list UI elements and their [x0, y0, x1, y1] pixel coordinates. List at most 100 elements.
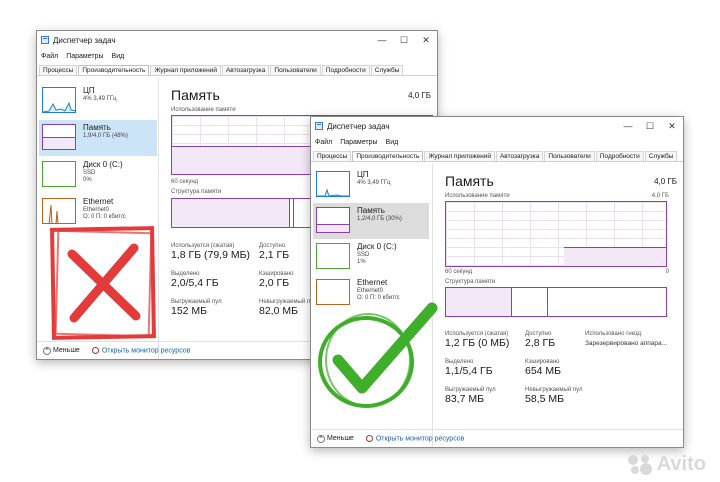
- open-resource-monitor-link[interactable]: Открыть монитор ресурсов: [365, 434, 465, 443]
- stat-paged-pool: Выгружаемый пул 152 МБ: [171, 299, 222, 317]
- fewer-details-button[interactable]: ^ Меньше: [317, 434, 354, 443]
- memory-composition-bar: [445, 287, 667, 317]
- tab-performance[interactable]: Производительность: [352, 151, 424, 161]
- tab-services[interactable]: Службы: [370, 65, 404, 75]
- stat-in-use: Используется (сжатая) 1,2 ГБ (0 МБ): [445, 331, 509, 349]
- sidebar-item-disk[interactable]: Диск 0 (C:) SSD 0%: [39, 157, 157, 193]
- tab-processes[interactable]: Процессы: [39, 65, 78, 75]
- task-manager-app-icon: [41, 36, 49, 44]
- open-resource-monitor-link[interactable]: Открыть монитор ресурсов: [91, 346, 191, 355]
- fewer-details-label: Меньше: [53, 346, 80, 354]
- composition-in-use: [172, 199, 290, 227]
- stat-value: 152 МБ: [171, 305, 208, 317]
- menu-bar: Файл Параметры Вид: [311, 135, 683, 149]
- menu-bar: Файл Параметры Вид: [37, 49, 437, 63]
- window-title: Диспетчер задач: [53, 35, 116, 45]
- stat-value: 1,1/5,4 ГБ: [445, 365, 493, 377]
- sidebar-item-throughput: О: 0 П: 0 кбит/с: [83, 213, 126, 220]
- composition-in-use: [446, 288, 512, 316]
- stat-nonpaged-pool: Невыгружаемый пул 82,0 МБ: [259, 299, 316, 317]
- close-icon[interactable]: ✕: [661, 121, 683, 132]
- resource-monitor-label: Открыть монитор ресурсов: [375, 435, 465, 443]
- stat-value: 58,5 МБ: [525, 393, 564, 405]
- stat-value: 1,2 ГБ (0 МБ): [445, 337, 510, 349]
- tab-app-history[interactable]: Журнал приложений: [150, 65, 221, 75]
- stat-paged-pool: Выгружаемый пул 83,7 МБ: [445, 387, 496, 405]
- cpu-thumbnail-graph: [42, 87, 76, 113]
- chevron-up-icon: ^: [317, 434, 325, 443]
- stat-reserved: Зарезервировано аппара...: [585, 340, 668, 347]
- fewer-details-button[interactable]: ^ Меньше: [43, 346, 80, 355]
- maximize-icon[interactable]: ☐: [639, 121, 661, 132]
- sidebar-item-detail: 1,9/4,0 ГБ (48%): [83, 132, 128, 139]
- stat-value: 654 МБ: [525, 365, 562, 377]
- tab-startup[interactable]: Автозагрузка: [495, 151, 544, 161]
- time-axis-end: 0: [665, 269, 669, 275]
- window-footer: ^ Меньше Открыть монитор ресурсов: [311, 429, 683, 447]
- avito-logo-icon: [627, 454, 652, 475]
- title-bar[interactable]: Диспетчер задач — ☐ ✕: [311, 117, 683, 135]
- menu-options[interactable]: Параметры: [340, 139, 377, 146]
- sidebar-item-detail: SSD: [83, 169, 96, 176]
- sidebar-item-cpu[interactable]: ЦП 4% 3,49 ГГц: [313, 167, 429, 203]
- title-bar[interactable]: Диспетчер задач — ☐ ✕: [37, 31, 437, 49]
- maximize-icon[interactable]: ☐: [393, 35, 415, 46]
- stat-value: 2,0 ГБ: [259, 277, 290, 289]
- memory-usage-max: 4,0 ГБ: [651, 193, 669, 199]
- tab-details[interactable]: Подробности: [321, 65, 370, 75]
- avito-wordmark: Avito: [656, 453, 706, 475]
- memory-usage-graph: [445, 201, 667, 267]
- memory-composition-label: Структура памяти: [171, 189, 222, 195]
- stat-value: 2,1 ГБ: [259, 249, 290, 261]
- tab-services[interactable]: Службы: [644, 151, 678, 161]
- stat-available: Доступно 2,8 ГБ: [525, 331, 555, 349]
- sidebar-item-detail: Ethernet0: [83, 206, 110, 213]
- menu-file[interactable]: Файл: [315, 139, 332, 146]
- time-axis-label: 60 секунд: [171, 179, 199, 185]
- tab-bar: Процессы Производительность Журнал прило…: [311, 149, 683, 162]
- sidebar-item-detail: 4% 3,49 ГГц: [83, 95, 117, 102]
- tab-details[interactable]: Подробности: [595, 151, 644, 161]
- red-cross-mark-icon: [50, 226, 156, 340]
- stat-cached: Кэшировано 654 МБ: [525, 359, 561, 377]
- memory-usage-label: Использование памяти: [445, 193, 510, 199]
- resource-monitor-label: Открыть монитор ресурсов: [101, 347, 191, 355]
- tab-startup[interactable]: Автозагрузка: [221, 65, 270, 75]
- tab-users[interactable]: Пользователи: [544, 151, 595, 161]
- stat-value: 83,7 МБ: [445, 393, 484, 405]
- sidebar-item-label: Память: [357, 206, 385, 215]
- composition-standby: [512, 288, 548, 316]
- stat-value: 2,0/5,4 ГБ: [171, 277, 219, 289]
- sidebar-item-cpu[interactable]: ЦП 4% 3,49 ГГц: [39, 83, 157, 119]
- tab-processes[interactable]: Процессы: [313, 151, 352, 161]
- tab-app-history[interactable]: Журнал приложений: [424, 151, 495, 161]
- minimize-icon[interactable]: —: [617, 121, 639, 131]
- sidebar-item-detail: 4% 3,49 ГГц: [357, 179, 391, 186]
- sidebar-item-memory[interactable]: Память 1,2/4,0 ГБ (30%): [313, 203, 429, 239]
- menu-view[interactable]: Вид: [386, 139, 399, 146]
- stat-value: 82,0 МБ: [259, 305, 298, 317]
- sidebar-item-usage: 1%: [357, 258, 366, 265]
- sidebar-item-memory[interactable]: Память 1,9/4,0 ГБ (48%): [39, 120, 157, 156]
- avito-watermark: Avito: [627, 453, 706, 476]
- green-check-mark-icon: [318, 302, 438, 408]
- minimize-icon[interactable]: —: [371, 35, 393, 45]
- ethernet-thumbnail-graph: [42, 198, 76, 224]
- memory-thumbnail-graph: [316, 207, 350, 233]
- tab-users[interactable]: Пользователи: [270, 65, 321, 75]
- menu-options[interactable]: Параметры: [66, 53, 103, 60]
- sidebar-item-usage: 0%: [83, 176, 92, 183]
- time-axis-label: 60 секунд: [445, 269, 473, 275]
- chevron-up-icon: ^: [43, 346, 51, 355]
- sidebar-item-detail: SSD: [357, 251, 370, 258]
- tab-performance[interactable]: Производительность: [78, 65, 150, 75]
- menu-view[interactable]: Вид: [112, 53, 125, 60]
- cpu-thumbnail-graph: [316, 171, 350, 197]
- sidebar-item-disk[interactable]: Диск 0 (C:) SSD 1%: [313, 239, 429, 275]
- sidebar-item-label: Диск 0 (C:): [83, 160, 123, 169]
- sidebar-item-label: ЦП: [357, 170, 369, 179]
- close-icon[interactable]: ✕: [415, 35, 437, 46]
- menu-file[interactable]: Файл: [41, 53, 58, 60]
- page-title: Память: [445, 173, 494, 189]
- sidebar-item-detail: 1,2/4,0 ГБ (30%): [357, 215, 402, 222]
